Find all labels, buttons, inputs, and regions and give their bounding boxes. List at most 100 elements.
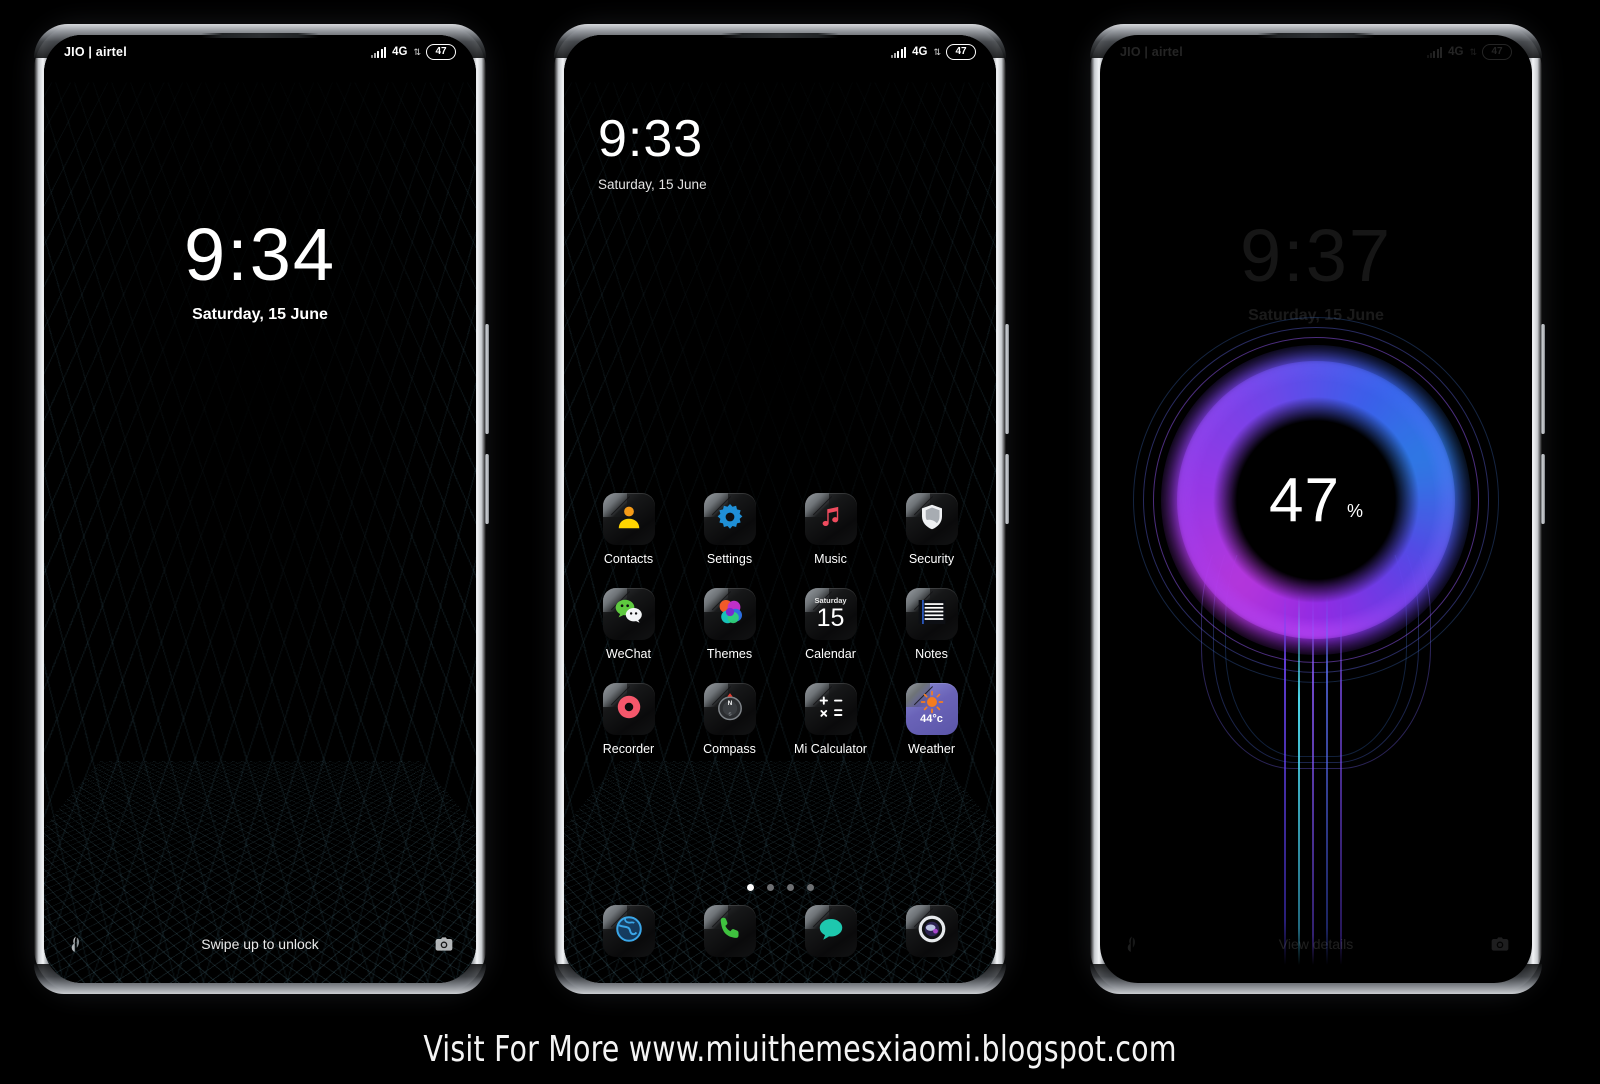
page-dot-3[interactable] xyxy=(786,884,794,891)
app-contacts[interactable]: Contacts xyxy=(583,493,675,566)
status-bar: JIO | airtel 4G ⇅ 47 xyxy=(1100,35,1532,69)
app-tile xyxy=(703,588,756,640)
wallpaper-gradient xyxy=(44,35,476,983)
page-dot-2[interactable] xyxy=(766,884,774,891)
app-label: Settings xyxy=(706,552,753,566)
app-notes[interactable]: Notes xyxy=(886,588,978,661)
unlock-hint-label: Swipe up to unlock xyxy=(201,936,319,952)
notes-icon xyxy=(916,596,948,633)
svg-text:N: N xyxy=(727,700,732,707)
app-music[interactable]: Music xyxy=(785,493,877,566)
dock xyxy=(578,905,982,957)
clock-date: Saturday, 15 June xyxy=(192,306,328,324)
app-security[interactable]: Security xyxy=(886,493,978,566)
compass-icon: N S xyxy=(714,691,746,728)
view-details-label[interactable]: View details xyxy=(1100,936,1532,952)
message-bubble-icon xyxy=(816,914,846,949)
app-wechat[interactable]: WeChat xyxy=(583,588,675,661)
app-recorder[interactable]: Recorder xyxy=(583,683,675,756)
camera-icon[interactable] xyxy=(434,934,454,954)
data-arrows-icon: ⇅ xyxy=(413,46,420,57)
weather-temperature: 44°c xyxy=(920,713,943,725)
homescreen-clock-widget[interactable]: 9:33 Saturday, 15 June xyxy=(598,113,707,192)
percent-symbol: % xyxy=(1346,500,1363,521)
app-tile xyxy=(602,493,655,545)
power-button[interactable] xyxy=(1005,454,1009,524)
app-label: Mi Calculator xyxy=(794,742,867,756)
app-tile xyxy=(905,588,958,640)
charging-animation: 47 % xyxy=(1133,317,1499,965)
app-tile xyxy=(905,905,958,957)
phone-3-screen: JIO | airtel 4G ⇅ 47 9:37 Saturday, 15 J… xyxy=(1100,35,1532,983)
app-label: Themes xyxy=(706,647,753,661)
app-label: Calendar xyxy=(805,647,856,661)
app-themes[interactable]: Themes xyxy=(684,588,776,661)
dock-app-phone[interactable] xyxy=(684,905,776,957)
page-dot-1[interactable] xyxy=(746,884,754,891)
app-label: Contacts xyxy=(603,552,654,566)
watermark-text: Visit For More www.miuithemesxiaomi.blog… xyxy=(423,1029,1177,1070)
app-tile xyxy=(703,905,756,957)
lockscreen-bottom-bar: Swipe up to unlock xyxy=(44,929,476,959)
phone-1-lockscreen: JIO | airtel 4G ⇅ 47 9:34 Saturday, 15 J… xyxy=(34,24,489,994)
carrier-label: JIO | airtel xyxy=(64,45,127,59)
app-mi-calculator[interactable]: Mi Calculator xyxy=(785,683,877,756)
app-tile: Saturday 15 xyxy=(804,588,857,640)
camera-lens-icon xyxy=(916,913,948,950)
network-type-label: 4G xyxy=(392,46,408,58)
globe-icon xyxy=(614,914,644,949)
calendar-day-name: Saturday xyxy=(814,595,847,605)
phone-2-screen: 4G ⇅ 47 9:33 Saturday, 15 June Contacts xyxy=(564,35,996,983)
wechat-icon xyxy=(613,596,645,633)
charging-bottom-bar: View details xyxy=(1100,929,1532,959)
page-dot-4[interactable] xyxy=(806,884,814,891)
earpiece-speaker xyxy=(721,33,839,38)
app-tile xyxy=(804,493,857,545)
power-button[interactable] xyxy=(1541,454,1545,524)
volume-button[interactable] xyxy=(485,324,489,434)
phone-2-homescreen: 4G ⇅ 47 9:33 Saturday, 15 June Contacts xyxy=(554,24,1009,994)
themes-pinwheel-icon xyxy=(714,596,746,633)
dock-app-browser[interactable] xyxy=(583,905,675,957)
clock-date: Saturday, 15 June xyxy=(598,177,707,192)
volume-button[interactable] xyxy=(1005,324,1009,434)
signal-bars-icon xyxy=(890,46,907,58)
contacts-icon xyxy=(614,502,644,537)
flower-icon[interactable] xyxy=(1122,934,1142,954)
app-row: Recorder N S Compass Mi Calculator 44°c … xyxy=(578,683,982,756)
phone-handset-icon xyxy=(716,915,744,948)
wallpaper xyxy=(44,35,476,983)
app-label: WeChat xyxy=(606,647,651,661)
dock-app-camera[interactable] xyxy=(886,905,978,957)
flower-icon[interactable] xyxy=(66,934,86,954)
app-tile: N S xyxy=(703,683,756,735)
battery-indicator: 47 xyxy=(1482,44,1512,60)
dock-app-messaging[interactable] xyxy=(785,905,877,957)
app-tile xyxy=(703,493,756,545)
status-icons: 4G ⇅ 47 xyxy=(890,44,976,60)
battery-indicator: 47 xyxy=(426,44,456,60)
app-calendar[interactable]: Saturday 15 Calendar xyxy=(785,588,877,661)
app-tile xyxy=(804,905,857,957)
earpiece-speaker xyxy=(201,33,319,38)
app-weather[interactable]: 44°c Weather xyxy=(886,683,978,756)
power-button[interactable] xyxy=(485,454,489,524)
app-tile xyxy=(602,905,655,957)
carrier-label: JIO | airtel xyxy=(1120,45,1183,59)
weather-sun-icon: 44°c xyxy=(920,690,944,725)
page-indicator[interactable] xyxy=(564,884,996,891)
settings-gear-icon xyxy=(715,502,745,537)
signal-bars-icon xyxy=(370,46,387,58)
calculator-icon xyxy=(815,691,847,728)
app-settings[interactable]: Settings xyxy=(684,493,776,566)
camera-icon[interactable] xyxy=(1490,934,1510,954)
status-bar: 4G ⇅ 47 xyxy=(564,35,996,69)
app-compass[interactable]: N S Compass xyxy=(684,683,776,756)
calendar-day-number: 15 xyxy=(816,604,845,633)
volume-button[interactable] xyxy=(1541,324,1545,434)
app-tile xyxy=(602,683,655,735)
status-icons: 4G ⇅ 47 xyxy=(370,44,456,60)
app-label: Compass xyxy=(703,742,756,756)
shield-icon xyxy=(917,502,947,537)
app-grid: Contacts Settings Music Security WeChat … xyxy=(578,493,982,778)
